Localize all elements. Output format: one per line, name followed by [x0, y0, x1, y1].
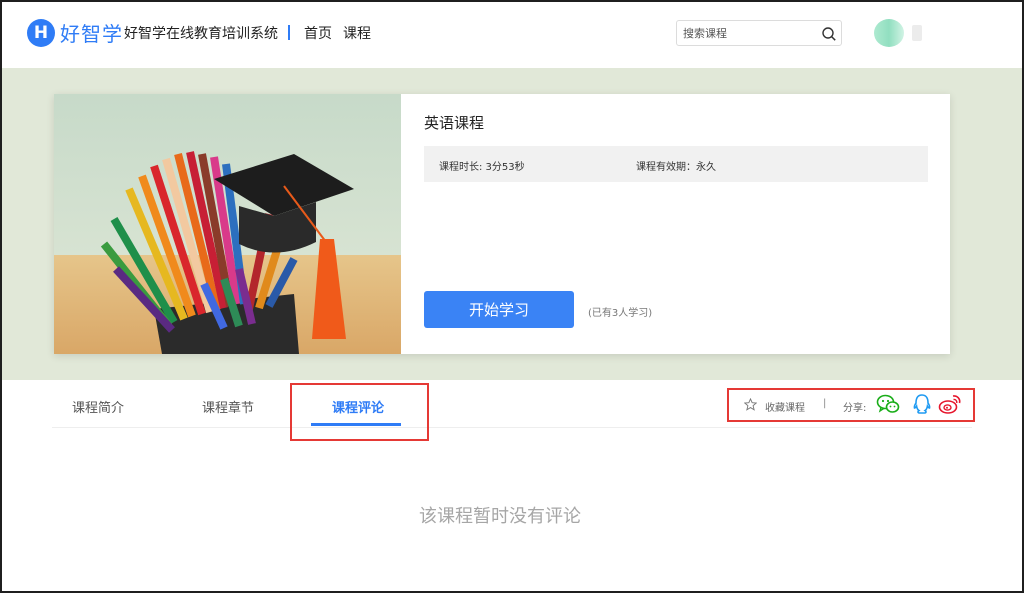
empty-comments-message: 该课程暂时没有评论 — [419, 506, 581, 527]
logo-icon[interactable]: H — [27, 19, 55, 47]
nav-home-link[interactable]: 首页 — [304, 23, 332, 43]
nav-courses-link[interactable]: 课程 — [343, 23, 371, 43]
start-learning-button[interactable]: 开始学习 — [424, 291, 574, 328]
weibo-icon[interactable] — [938, 393, 962, 415]
search-input[interactable] — [683, 25, 813, 41]
tab-highlight-box — [290, 383, 429, 441]
search-icon[interactable] — [821, 26, 837, 42]
tab-intro[interactable]: 课程简介 — [72, 397, 124, 416]
course-banner: 英语课程 课程时长: 3分53秒 课程有效期：永久 开始学习 (已有3人学习) — [2, 68, 1022, 380]
course-card: 英语课程 课程时长: 3分53秒 课程有效期：永久 开始学习 (已有3人学习) — [54, 94, 950, 354]
learner-count: (已有3人学习) — [588, 308, 653, 319]
share-label: 分享: — [843, 403, 867, 414]
top-header: H 好智学 好智学在线教育培训系统 首页 课程 — [2, 2, 1022, 68]
brand-name[interactable]: 好智学 — [60, 18, 123, 47]
search-box — [676, 20, 842, 46]
tabs-divider — [52, 427, 972, 428]
star-icon[interactable] — [744, 398, 757, 411]
favorite-course-link[interactable]: 收藏课程 — [765, 399, 805, 414]
course-validity: 课程有效期：永久 — [636, 162, 716, 173]
course-duration: 课程时长: 3分53秒 — [439, 162, 525, 173]
system-title: 好智学在线教育培训系统 — [124, 26, 278, 42]
course-title: 英语课程 — [424, 114, 485, 132]
wechat-icon[interactable] — [876, 393, 900, 415]
course-info-bar: 课程时长: 3分53秒 课程有效期：永久 — [424, 146, 928, 182]
user-avatar[interactable] — [874, 19, 904, 47]
actions-separator: | — [823, 398, 827, 409]
qq-icon[interactable] — [910, 393, 934, 415]
user-name-placeholder[interactable] — [912, 25, 922, 41]
course-cover-image — [54, 94, 401, 354]
tab-chapters[interactable]: 课程章节 — [202, 397, 254, 416]
header-divider — [288, 25, 290, 40]
